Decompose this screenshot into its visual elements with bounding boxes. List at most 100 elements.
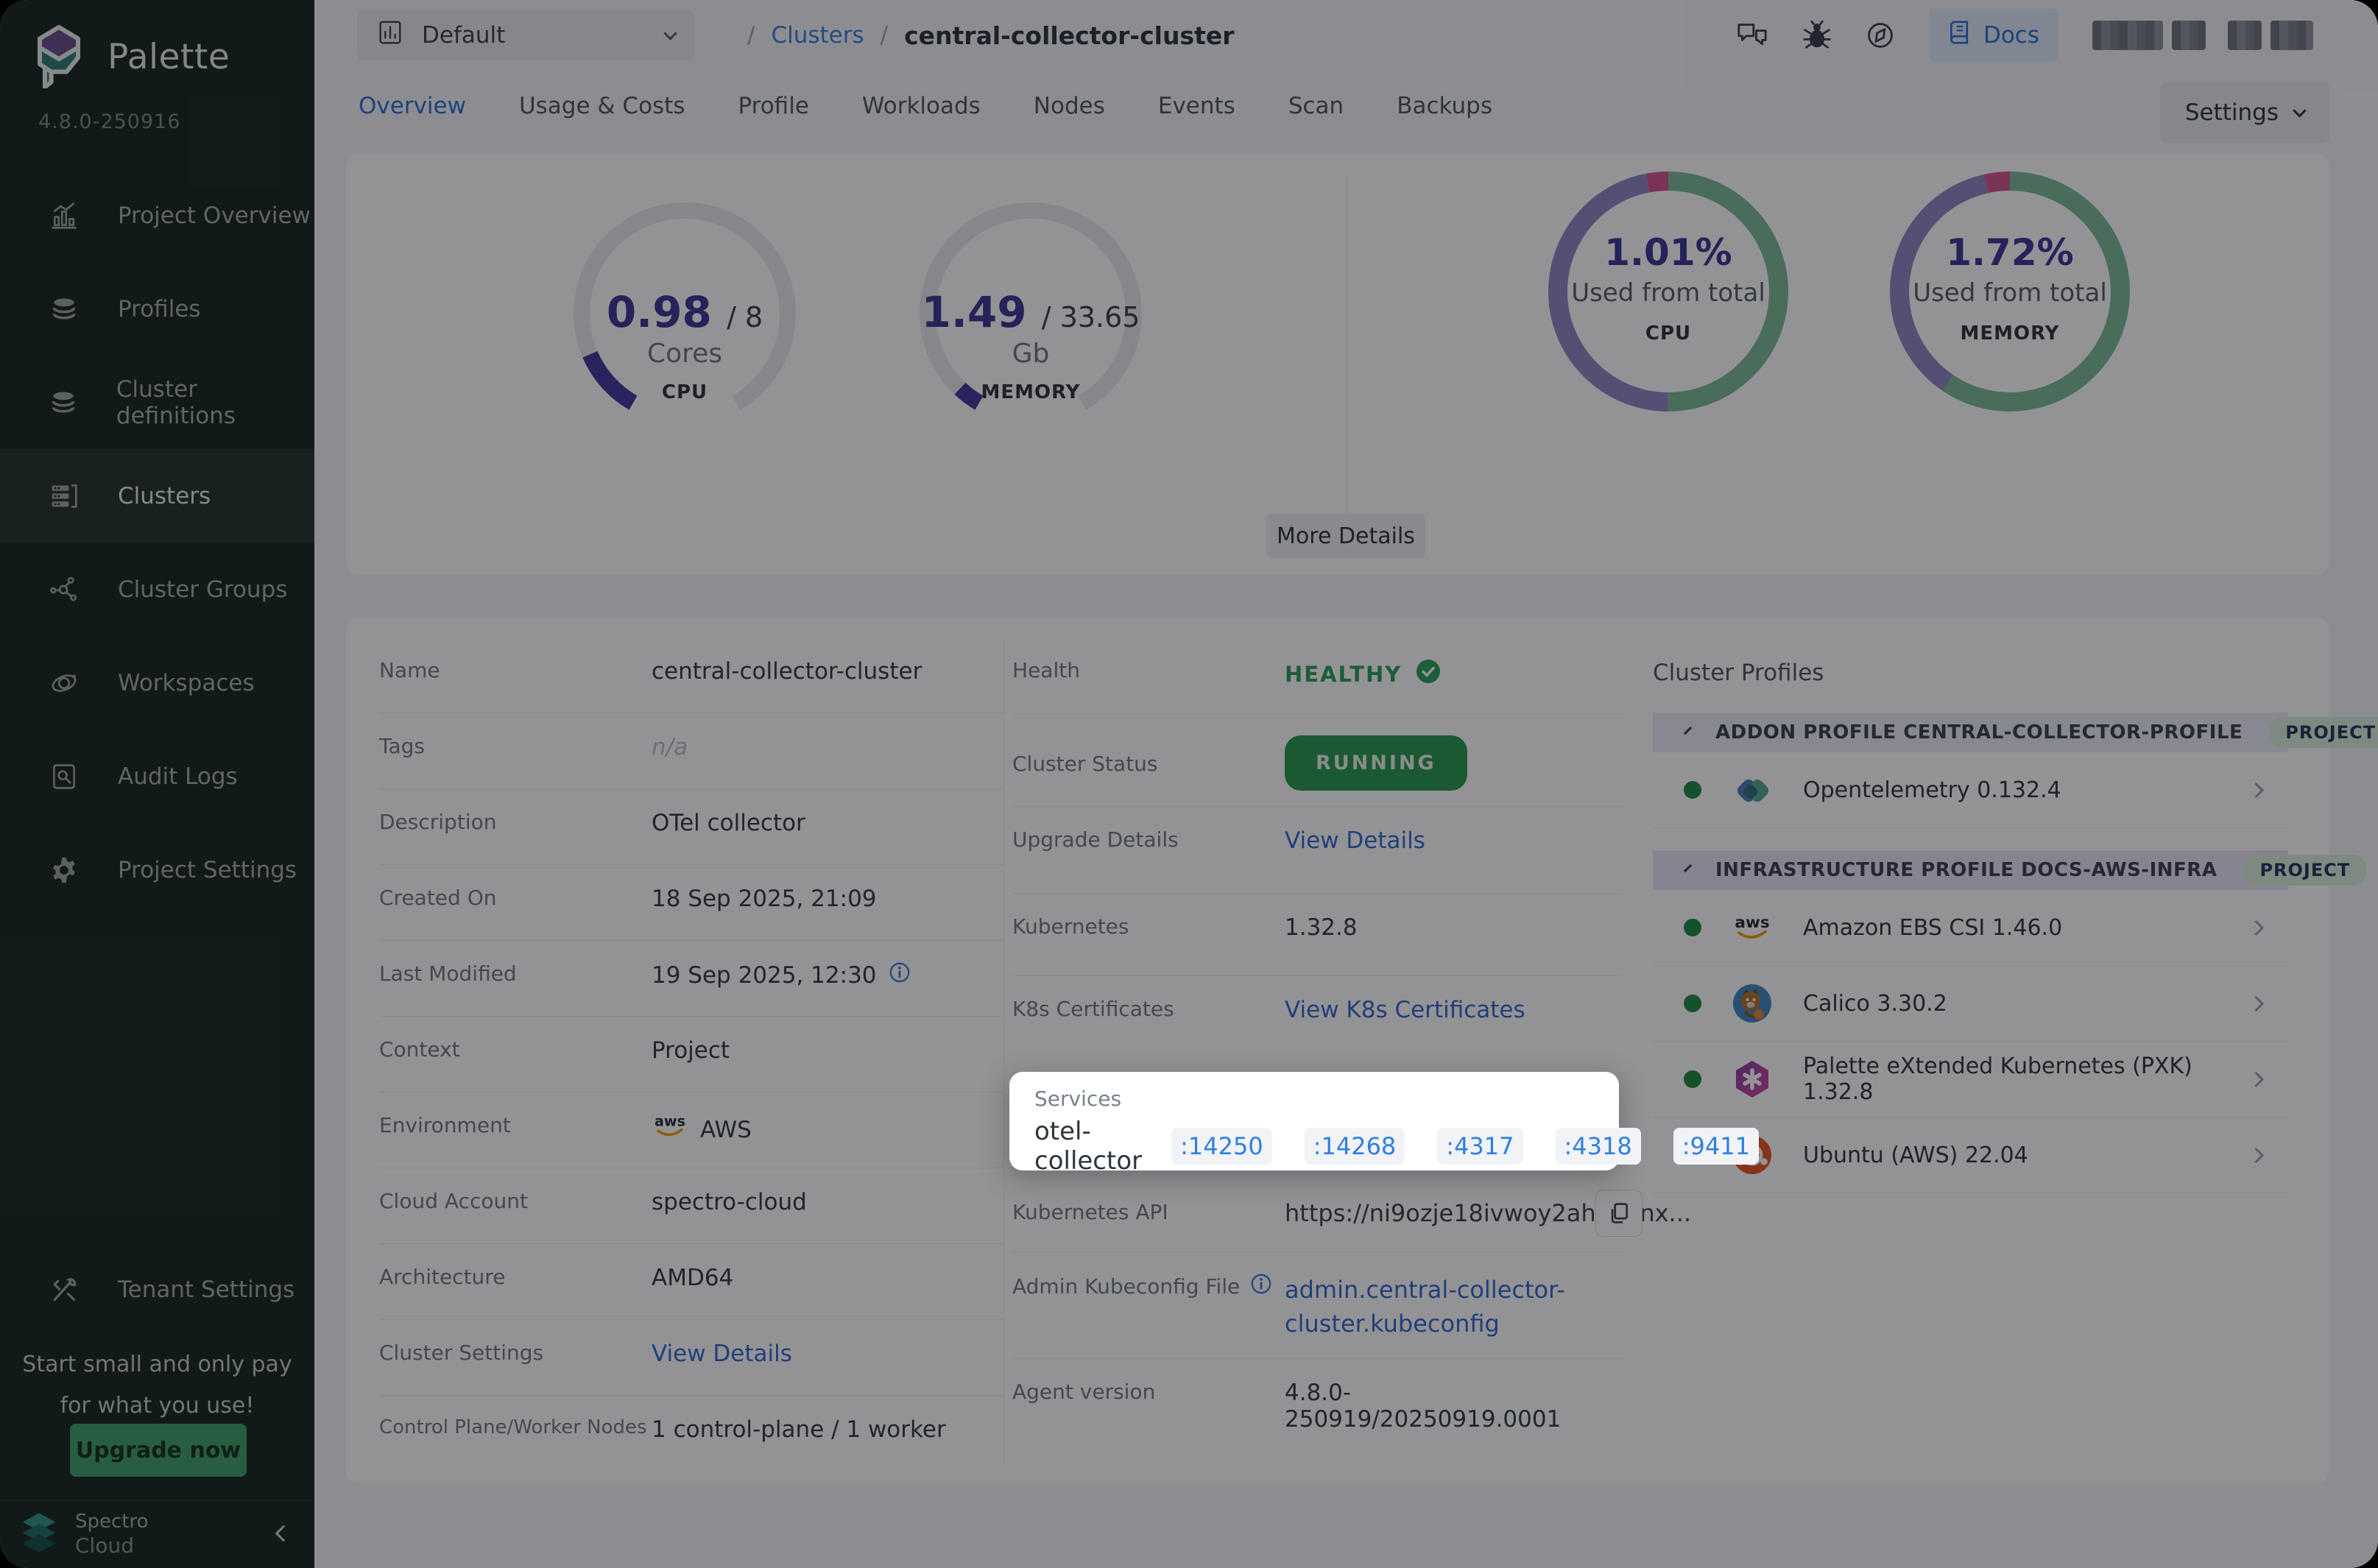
chat-icon[interactable] <box>1736 21 1768 50</box>
check-circle-icon <box>1415 658 1442 690</box>
tab-usage-costs[interactable]: Usage & Costs <box>519 93 685 162</box>
more-details-button[interactable]: More Details <box>1266 514 1425 558</box>
opentelemetry-logo <box>1731 769 1774 811</box>
bug-report-icon[interactable] <box>1802 21 1832 50</box>
profile-group-header[interactable]: ADDON PROFILE CENTRAL-COLLECTOR-PROFILEP… <box>1653 713 2288 752</box>
detail-row-tags: Tags n/a <box>379 713 1003 789</box>
service-port-link[interactable]: :14268 <box>1305 1128 1405 1165</box>
account-menu-blurred[interactable] <box>2092 21 2313 50</box>
status-row-agent: Agent version 4.8.0-250919/20250919.0001 <box>1012 1359 1623 1444</box>
gear-icon <box>47 855 81 885</box>
running-status-badge: RUNNING <box>1285 735 1467 791</box>
status-row-api: Kubernetes API https://ni9ozje18ivwoy2ah… <box>1012 1175 1623 1252</box>
profile-groups: ADDON PROFILE CENTRAL-COLLECTOR-PROFILEP… <box>1653 713 2288 1193</box>
sidebar: Palette 4.8.0-250916 Project OverviewPro… <box>0 0 314 1568</box>
sidebar-item-audit-logs[interactable]: Audit Logs <box>0 730 314 823</box>
settings-button[interactable]: Settings <box>2160 82 2329 143</box>
details-column: Name central-collector-cluster Tags n/a … <box>379 638 1003 1472</box>
profile-layer-row[interactable]: Opentelemetry 0.132.4 <box>1653 752 2288 828</box>
chevron-down-icon <box>1684 864 1692 872</box>
sidebar-item-project-settings[interactable]: Project Settings <box>0 823 314 917</box>
compass-icon[interactable] <box>1866 21 1895 50</box>
scope-badge: PROJECT <box>2269 717 2378 748</box>
sidebar-item-workspaces[interactable]: Workspaces <box>0 636 314 730</box>
status-row-upgrade: Upgrade Details View Details <box>1012 807 1623 894</box>
service-port-link[interactable]: :4318 <box>1556 1128 1641 1165</box>
service-port-link[interactable]: :4317 <box>1437 1128 1523 1165</box>
service-port-link[interactable]: :14250 <box>1171 1128 1272 1165</box>
detail-row-architecture: Architecture AMD64 <box>379 1244 1003 1320</box>
aws-logo: aws <box>1731 913 1774 942</box>
sidebar-item-tenant-settings[interactable]: Tenant Settings <box>0 1246 314 1334</box>
tab-overview[interactable]: Overview <box>359 93 466 162</box>
status-dot <box>1684 781 1701 799</box>
kubernetes-api-url: https://ni9ozje18ivwoy2ah70ynx... <box>1285 1199 1579 1227</box>
chevron-down-icon <box>663 27 677 40</box>
tab-bar: Overview Usage & Costs Profile Workloads Nod… <box>359 71 1492 162</box>
breadcrumb-clusters-link[interactable]: Clusters <box>771 22 864 49</box>
services-spotlight: Services otel-collector :14250:14268:431… <box>1009 1072 1619 1170</box>
tab-backups[interactable]: Backups <box>1397 93 1492 162</box>
tab-scan[interactable]: Scan <box>1288 93 1344 162</box>
tab-events[interactable]: Events <box>1158 93 1235 162</box>
app-window: Palette 4.8.0-250916 Project OverviewPro… <box>0 0 2378 1568</box>
upgrade-now-button[interactable]: Upgrade now <box>70 1424 247 1477</box>
profile-layer-row[interactable]: Palette eXtended Kubernetes (PXK) 1.32.8 <box>1653 1042 2288 1117</box>
usage-donuts: 1.01% Used from total CPU 1.72% Used fro… <box>1536 159 2142 424</box>
main-area: Default / Clusters / central-collector-c… <box>314 0 2378 1568</box>
kubeconfig-file-link[interactable]: admin.central-collector-cluster.kubeconf… <box>1285 1273 1623 1341</box>
app-version: 4.8.0-250916 <box>38 110 181 133</box>
cluster-settings-view-details-link[interactable]: View Details <box>652 1341 792 1367</box>
status-dot <box>1684 1070 1701 1088</box>
sidebar-collapse-button[interactable] <box>278 1528 289 1542</box>
profile-layer-row[interactable]: Calico 3.30.2 <box>1653 966 2288 1042</box>
tab-nodes[interactable]: Nodes <box>1034 93 1105 162</box>
tab-workloads[interactable]: Workloads <box>862 93 981 162</box>
topbar-actions: Docs <box>1736 0 2313 71</box>
sidebar-item-cluster-groups[interactable]: Cluster Groups <box>0 543 314 636</box>
servers-icon <box>47 481 81 511</box>
cpu-usage-donut: 1.01% Used from total CPU <box>1536 159 1801 424</box>
sidebar-item-project-overview[interactable]: Project Overview <box>0 169 314 262</box>
spectro-cloud-logo-icon <box>16 1511 62 1559</box>
detail-row-cluster-settings: Cluster Settings View Details <box>379 1320 1003 1396</box>
copy-button[interactable] <box>1595 1190 1643 1237</box>
layers-icon <box>47 388 80 417</box>
status-row-cluster-status: Cluster Status RUNNING <box>1012 715 1623 807</box>
sidebar-item-cluster-definitions[interactable]: Cluster definitions <box>0 356 314 449</box>
sidebar-item-profiles[interactable]: Profiles <box>0 262 314 356</box>
profile-group-header[interactable]: INFRASTRUCTURE PROFILE DOCS-AWS-INFRAPRO… <box>1653 850 2288 890</box>
upgrade-view-details-link[interactable]: View Details <box>1285 827 1425 854</box>
bar-chart-icon <box>47 201 81 230</box>
utilization-card: 0.98 / 8 Cores CPU 1.49 / 33.65 Gb MEMOR… <box>346 155 2329 574</box>
docs-button[interactable]: Docs <box>1929 9 2058 62</box>
sidebar-item-clusters[interactable]: Clusters <box>0 449 314 543</box>
cluster-profiles-panel: Cluster Profiles ADDON PROFILE CENTRAL-C… <box>1653 660 2288 1193</box>
chevron-right-icon <box>2248 995 2264 1011</box>
aws-logo: aws <box>652 1113 688 1146</box>
chevron-left-icon <box>275 1525 292 1541</box>
sidebar-nav: Project OverviewProfilesCluster definiti… <box>0 169 314 917</box>
info-icon[interactable] <box>889 961 911 989</box>
detail-row-cloud-account: Cloud Account spectro-cloud <box>379 1168 1003 1244</box>
profile-layer-row[interactable]: awsAmazon EBS CSI 1.46.0 <box>1653 890 2288 966</box>
palette-logo-icon <box>29 22 88 91</box>
sidebar-item-label: Tenant Settings <box>118 1276 294 1303</box>
memory-usage-donut: 1.72% Used from total MEMORY <box>1877 159 2142 424</box>
memory-gauge: 1.49 / 33.65 Gb MEMORY <box>906 188 1156 439</box>
status-row-health: Health HEALTHY <box>1012 638 1623 715</box>
calico-logo <box>1731 983 1774 1024</box>
network-icon <box>47 575 81 604</box>
service-port-link[interactable]: :9411 <box>1673 1128 1759 1165</box>
tools-icon <box>47 1275 81 1304</box>
layers-icon <box>47 294 81 324</box>
detail-row-description: Description OTel collector <box>379 789 1003 865</box>
orbit-icon <box>47 668 81 698</box>
project-selector[interactable]: Default <box>357 10 694 60</box>
project-selector-value: Default <box>422 22 505 49</box>
tab-profile[interactable]: Profile <box>738 93 809 162</box>
status-row-kubernetes: Kubernetes 1.32.8 <box>1012 894 1623 976</box>
service-name: otel-collector <box>1034 1117 1142 1176</box>
view-k8s-certificates-link[interactable]: View K8s Certificates <box>1285 997 1525 1023</box>
info-icon[interactable] <box>1250 1273 1272 1300</box>
